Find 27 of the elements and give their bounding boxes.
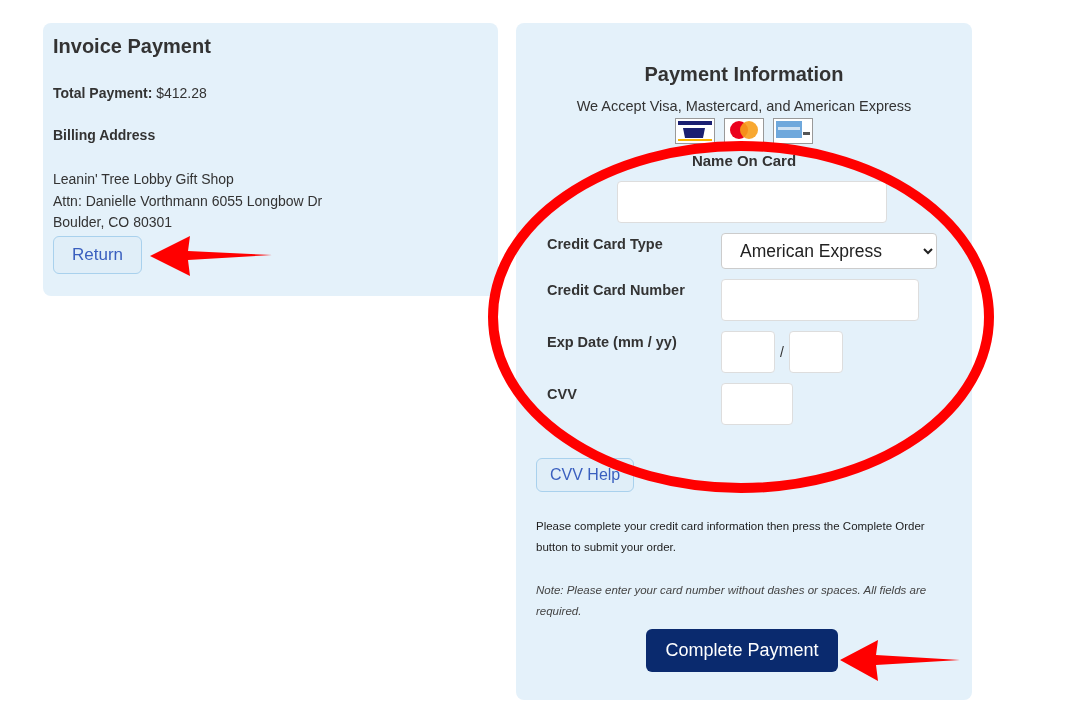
- return-button[interactable]: Return: [53, 235, 143, 274]
- total-payment-text: Total Payment: $412.28: [53, 85, 208, 101]
- note-text: Note: Please enter your card number without dashes or spaces. All fields are required.: [536, 583, 928, 619]
- card-title: Payment Information: [643, 63, 845, 86]
- card-type-select[interactable]: American Express: [721, 233, 937, 269]
- card-logo-icon: [723, 118, 765, 144]
- year-field[interactable]: [788, 331, 843, 373]
- month-field[interactable]: [721, 331, 775, 373]
- date-separator: /: [780, 344, 784, 360]
- address-line: Leanin' Tree Lobby Gift Shop: [53, 170, 235, 189]
- address-line: Boulder, CO 80301: [53, 213, 174, 232]
- address-line: Attn: Danielle Vorthmann 6055 Longbow Dr: [53, 191, 324, 211]
- cvv-field[interactable]: [721, 383, 793, 425]
- card-number-field[interactable]: [721, 279, 919, 321]
- field-label: Credit Card Type: [547, 235, 664, 254]
- field-label: Credit Card Number: [547, 281, 686, 300]
- complete-payment-button[interactable]: Complete Payment: [646, 629, 838, 672]
- field-label: Exp Date (mm / yy): [547, 333, 678, 352]
- field-label: Name On Card: [690, 152, 798, 169]
- card-title: Invoice Payment: [53, 35, 212, 58]
- name-on-card-field[interactable]: [617, 181, 887, 223]
- card-logo-icon: [674, 118, 716, 144]
- instructions-text: Please complete your credit card information then press the Complete Order button to submit your order.: [536, 519, 926, 555]
- billing-heading: Billing Address: [53, 127, 157, 143]
- card-logo-icon: [772, 118, 814, 144]
- accepted-cards-text: We Accept Visa, Mastercard, and American Express: [575, 98, 913, 114]
- field-label: CVV: [547, 385, 578, 404]
